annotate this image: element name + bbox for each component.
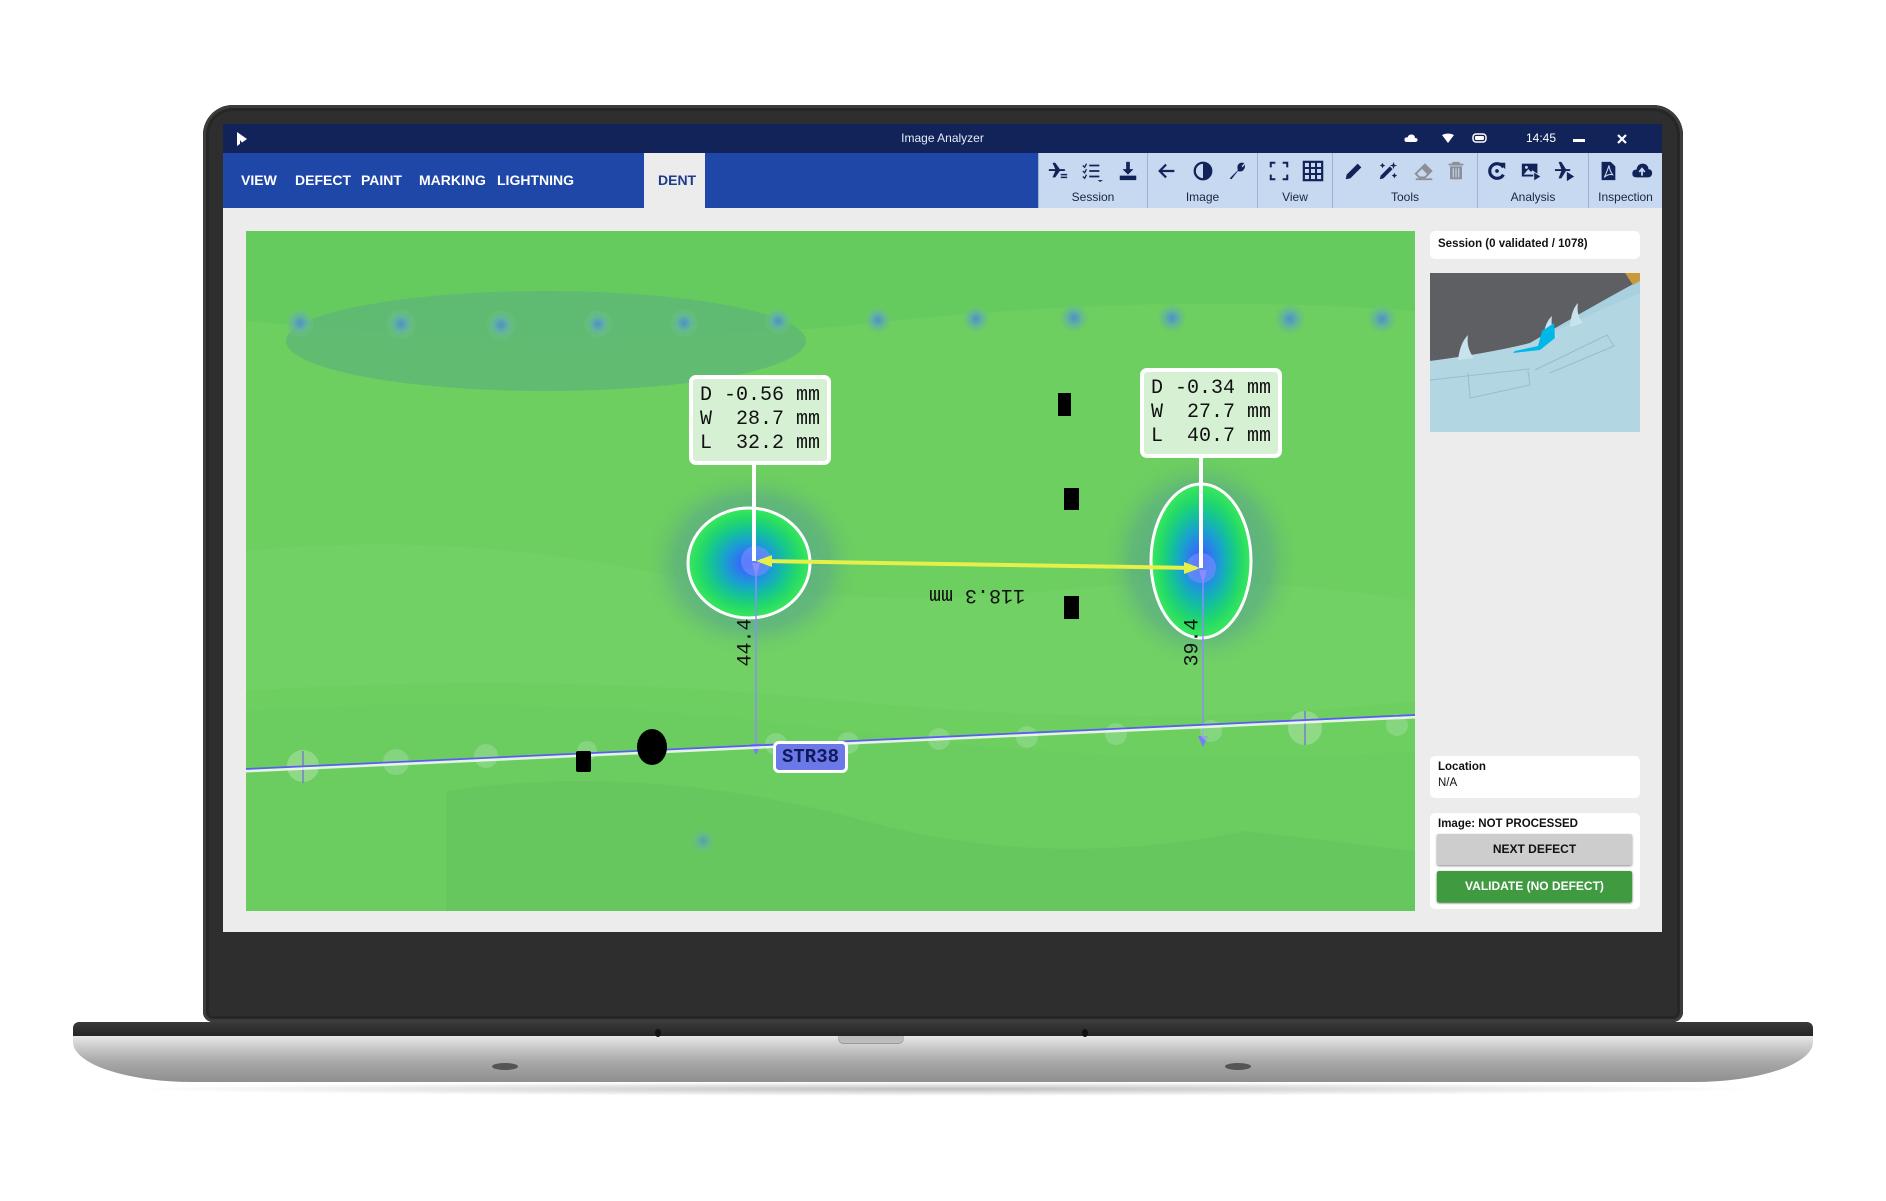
dent-2-stringer-distance: 39.4 [1181,618,1205,667]
toolbar-group-analysis: Analysis [1477,153,1588,208]
toolbar-group-tools: Tools [1332,153,1477,208]
laptop-base [73,1036,1813,1082]
tab-lightning[interactable]: LIGHTNING [483,153,588,208]
rivet [486,310,516,340]
dent-heatmap-viewer[interactable]: D -0.56 mm W 28.7 mm L 32.2 mm D -0.34 mm W… [246,231,1415,911]
toolbar-group-image: Image [1147,153,1257,208]
toolbar-group-inspection: Inspection [1588,153,1662,208]
rivet [765,308,791,334]
toolbar-group-view: View [1257,153,1332,208]
stringer-label[interactable]: STR38 [773,741,849,773]
toolbar-group-label: Analysis [1510,190,1556,204]
image-status-label: Image: [1438,818,1476,830]
dent-spacing-label: 118.3 mm [929,583,1026,606]
marker-blob [1064,488,1079,510]
minimize-icon[interactable] [1573,139,1585,142]
hinge-dot [1082,1029,1088,1037]
rivet [286,309,314,337]
dent-2-length: L 40.7 mm [1151,425,1272,448]
dent-2-depth: D -0.34 mm [1151,377,1272,400]
toolbar-group-label: Session [1071,190,1115,204]
dent-1-callout[interactable]: D -0.56 mm W 28.7 mm L 32.2 mm [689,375,832,465]
toolbar-group-label: Image [1185,190,1220,204]
tab-dent[interactable]: DENT [644,153,705,208]
image-status-value: NOT PROCESSED [1478,818,1578,830]
rivet [1158,304,1186,332]
grid-icon[interactable] [1300,159,1326,183]
toolbar-group-session: Session [1038,153,1147,208]
dent-1-length: L 32.2 mm [700,432,821,455]
location-card: Location N/A [1430,756,1640,798]
location-label: Location [1438,761,1486,773]
rivet [386,309,416,339]
aircraft-transfer-icon[interactable] [1045,159,1071,183]
dent-2-width: W 27.7 mm [1151,401,1272,424]
clock: 14:45 [1526,131,1557,145]
aircraft-location-thumbnail[interactable] [1430,273,1640,432]
toolbar-group-label: View [1282,190,1308,204]
rivet [1368,305,1396,333]
rivet [865,307,891,333]
pencil-icon[interactable] [1341,159,1367,183]
rivet [1016,726,1038,748]
laptop-opening-notch [838,1036,904,1044]
auto-edit-icon[interactable] [1375,159,1401,183]
rivet [670,309,698,337]
battery-icon [1472,133,1487,143]
marker-blob [637,729,667,765]
heatmap-canvas [246,231,1415,911]
laptop-foot [1225,1063,1251,1070]
session-status: Session (0 validated / 1078) [1438,238,1588,250]
image-play-icon[interactable] [1518,159,1544,183]
app-window: Image Analyzer 14:45 VIEW DEFECT PAINT M… [223,124,1662,932]
hinge-dot [655,1029,661,1037]
refresh-icon[interactable] [1484,159,1510,183]
marker-blob [576,751,591,772]
rivet [474,744,498,768]
eraser-icon[interactable] [1411,159,1437,183]
dent-1-width: W 28.7 mm [700,408,821,431]
download-icon[interactable] [1115,159,1141,183]
rivet [1060,304,1088,332]
wifi-icon [1442,133,1454,143]
title-bar: Image Analyzer 14:45 [223,124,1662,153]
laptop-shadow [120,1082,1770,1096]
ribbon: VIEW DEFECT PAINT MARKING LIGHTNING DENT… [223,153,1662,208]
location-value: N/A [1438,777,1458,789]
pdf-icon[interactable] [1595,159,1621,183]
dent-2-callout[interactable]: D -0.34 mm W 27.7 mm L 40.7 mm [1140,368,1283,458]
fullscreen-icon[interactable] [1266,159,1292,183]
laptop-foot [492,1063,518,1070]
dent-1-stringer-distance: 44.4 [734,618,758,667]
rivet [963,306,989,332]
contrast-icon[interactable] [1190,159,1216,183]
next-defect-button[interactable]: NEXT DEFECT [1437,834,1632,865]
cloud-upload-icon[interactable] [1629,159,1655,183]
close-icon[interactable] [1617,134,1627,144]
rivet [1275,304,1305,334]
aircraft-play-icon[interactable] [1552,159,1578,183]
toolbar-group-label: Tools [1390,190,1419,204]
trash-icon[interactable] [1443,159,1469,183]
rivet [691,829,715,853]
marker-blob [1058,393,1071,416]
arrow-left-icon[interactable] [1154,159,1180,183]
rivet [584,310,612,338]
cloud-icon [1404,134,1418,142]
checklist-dropdown-icon[interactable] [1079,159,1105,183]
wrench-icon[interactable] [1224,159,1250,183]
dent-1-depth: D -0.56 mm [700,384,821,407]
validate-no-defect-button[interactable]: VALIDATE (NO DEFECT) [1437,871,1632,902]
rivet [1105,723,1127,745]
marker-blob [1064,596,1079,619]
toolbar-group-label: Inspection [1598,190,1653,204]
session-card: Session (0 validated / 1078) [1430,231,1640,259]
